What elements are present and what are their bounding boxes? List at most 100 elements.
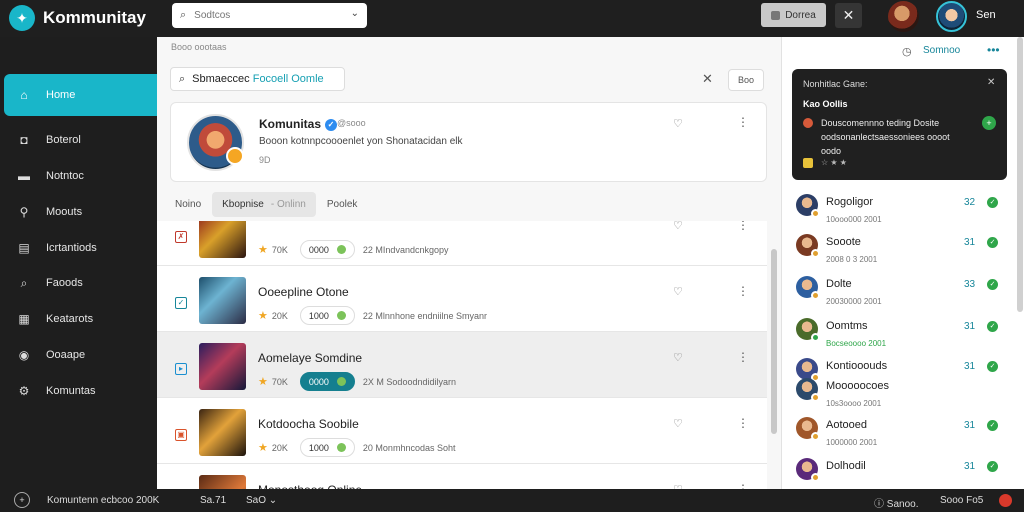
user-avatar[interactable]: [936, 1, 967, 32]
players-pill[interactable]: 1000: [299, 306, 355, 325]
row-checkbox[interactable]: ✓: [175, 297, 187, 309]
game-thumbnail[interactable]: [199, 409, 246, 456]
friend-status: 10s3oooo 2001: [826, 399, 882, 408]
sidebar-item-home[interactable]: ⌂ Home: [4, 74, 157, 116]
tab-kbopnise[interactable]: Kbopnise - Onlinn: [212, 192, 316, 217]
gear-icon: ⚙: [18, 384, 30, 398]
heart-icon[interactable]: ♡: [673, 417, 683, 430]
tab-poolek[interactable]: Poolek: [322, 192, 363, 217]
heart-icon[interactable]: ♡: [673, 221, 683, 232]
avatar[interactable]: [888, 1, 919, 32]
friend-item[interactable]: Rogoligor 10ooo000 2001 32 ✓: [796, 194, 1011, 230]
players-pill[interactable]: 0000: [299, 372, 355, 391]
table-row[interactable]: ✓ Ooeepline Otone ★ 20K 1000 22 Mlnnhone …: [157, 266, 767, 332]
community-profile-card[interactable]: Komunitas ✓ @sooo Booon kotnnpcoooenlet y…: [170, 102, 767, 182]
avatar[interactable]: [796, 358, 820, 382]
friend-item[interactable]: Oomtms Bocseoooo 2001 31 ✓: [796, 318, 1011, 354]
top-action-button[interactable]: Dorrea: [761, 3, 826, 27]
add-icon[interactable]: +: [14, 492, 30, 508]
join-icon[interactable]: +: [982, 116, 996, 130]
friend-item[interactable]: Mooooocoes 10s3oooo 2001: [796, 378, 1011, 414]
game-thumbnail[interactable]: [199, 475, 246, 489]
game-thumbnail[interactable]: [199, 221, 246, 258]
tab-noino[interactable]: Noino: [170, 192, 206, 217]
game-thumbnail[interactable]: [199, 343, 246, 390]
version-label: Sooo Fo5: [940, 495, 984, 506]
check-icon[interactable]: ✓: [987, 197, 998, 208]
game-title[interactable]: Aomelaye Somdine: [258, 351, 362, 365]
community-description: Booon kotnnpcoooenlet yon Shonatacidan e…: [259, 136, 463, 147]
community-search[interactable]: ⌕ Sbmaeccec Focoell Oomle: [170, 67, 345, 91]
home-icon: ⌂: [20, 88, 28, 102]
app-logo-icon[interactable]: ✦: [9, 5, 35, 31]
more-icon[interactable]: •••: [987, 43, 1000, 57]
game-icon: [803, 118, 813, 128]
friend-item[interactable]: Aotooed 1000000 2001 31 ✓: [796, 417, 1011, 453]
players-pill[interactable]: 1000: [299, 438, 355, 457]
more-options-icon[interactable]: ⋮: [737, 482, 749, 489]
row-checkbox[interactable]: ▸: [175, 363, 187, 375]
check-icon[interactable]: ✓: [987, 321, 998, 332]
table-row[interactable]: ✗ ★ 70K 0000 22 MIndvandcnkgopy ♡ ⋮: [157, 221, 767, 266]
avatar[interactable]: [796, 417, 820, 441]
game-thumbnail[interactable]: [199, 277, 246, 324]
sidebar-item-keatarots[interactable]: ▦ Keatarots: [4, 301, 157, 337]
row-checkbox[interactable]: ▣: [175, 429, 187, 441]
notification-dot-icon[interactable]: [999, 494, 1012, 507]
sidebar-item-ooaape[interactable]: ◉ Ooaape: [4, 337, 157, 373]
heart-icon[interactable]: ♡: [673, 285, 683, 298]
game-meta: ★ 70K 0000 2X M Sodoodndidilyarn: [258, 372, 456, 391]
sidebar-item-moouts[interactable]: ⚲ Moouts: [4, 194, 157, 230]
tab-label: Kbopnise: [222, 199, 264, 210]
sidebar-item-notntoc[interactable]: ▬ Notntoc: [4, 158, 157, 194]
close-icon[interactable]: ✕: [835, 3, 862, 28]
avatar[interactable]: [796, 276, 820, 300]
more-options-icon[interactable]: ⋮: [737, 221, 749, 232]
search-input[interactable]: [194, 10, 335, 21]
notification-card[interactable]: Nonhitlac Gane: ✕ Kao Oollis Douscomennn…: [792, 69, 1007, 180]
close-icon[interactable]: ✕: [987, 77, 995, 88]
more-options-icon[interactable]: ⋮: [737, 416, 749, 430]
scrollbar[interactable]: [1017, 37, 1023, 312]
check-icon[interactable]: ✓: [987, 237, 998, 248]
table-row[interactable]: ▣ Kotdoocha Soobile ★ 20K 1000 20 Monmhnc…: [157, 398, 767, 464]
status-dropdown[interactable]: SaO ⌄: [246, 495, 277, 506]
game-title[interactable]: Kotdoocha Soobile: [258, 417, 359, 431]
friend-count: 31: [964, 420, 976, 431]
check-icon[interactable]: ✓: [987, 361, 998, 372]
chevron-down-icon[interactable]: ⌄: [351, 8, 359, 19]
avatar[interactable]: [796, 378, 820, 402]
user-name[interactable]: Sen: [976, 9, 996, 21]
table-row[interactable]: ▸ Aomelaye Somdine ★ 70K 0000 2X M Sodood…: [157, 332, 767, 398]
check-icon[interactable]: ✓: [987, 461, 998, 472]
avatar[interactable]: [796, 458, 820, 482]
filter-chip[interactable]: Boo: [728, 69, 764, 91]
more-options-icon[interactable]: ⋮: [737, 115, 749, 129]
panel-header-link[interactable]: Somnoo: [923, 45, 960, 56]
sidebar-item-icrtantiods[interactable]: ▤ Icrtantiods: [4, 230, 157, 266]
table-row[interactable]: Monosthoog Online♡⋮: [157, 464, 767, 489]
heart-icon[interactable]: ♡: [673, 351, 683, 364]
heart-icon[interactable]: ♡: [673, 117, 683, 130]
friend-item[interactable]: Dolte 20030000 2001 33 ✓: [796, 276, 1011, 312]
sidebar-item-faoods[interactable]: ⌕ Faoods: [4, 265, 157, 301]
friend-item[interactable]: Sooote 2008 0 3 2001 31 ✓: [796, 234, 1011, 270]
global-search[interactable]: ⌕ ⌄: [172, 3, 367, 28]
more-options-icon[interactable]: ⋮: [737, 284, 749, 298]
avatar[interactable]: [796, 318, 820, 342]
row-checkbox[interactable]: ✗: [175, 231, 187, 243]
more-options-icon[interactable]: ⋮: [737, 350, 749, 364]
check-icon[interactable]: ✓: [987, 420, 998, 431]
scrollbar[interactable]: [771, 249, 777, 434]
avatar[interactable]: [796, 234, 820, 258]
sidebar-item-komuntas[interactable]: ⚙ Komuntas: [4, 373, 157, 409]
presence-icon: [811, 291, 820, 300]
sidebar-item-label: Moouts: [46, 206, 83, 218]
avatar[interactable]: [796, 194, 820, 218]
game-title[interactable]: Ooeepline Otone: [258, 285, 349, 299]
players-pill[interactable]: 0000: [299, 240, 355, 259]
check-icon[interactable]: ✓: [987, 279, 998, 290]
notification-title: Nonhitlac Gane:: [803, 79, 868, 89]
sidebar-item-boterol[interactable]: ◘ Boterol: [4, 122, 157, 158]
clear-search-icon[interactable]: ✕: [702, 71, 713, 87]
